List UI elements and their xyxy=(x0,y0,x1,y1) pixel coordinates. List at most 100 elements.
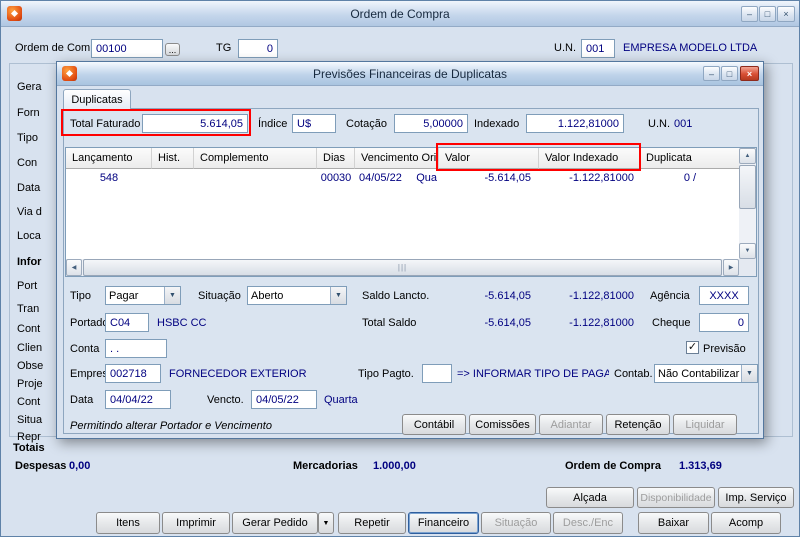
repetir-button[interactable]: Repetir xyxy=(338,512,406,534)
col-lancamento[interactable]: Lançamento xyxy=(66,148,152,169)
sidebar-item-cliente[interactable]: Clien xyxy=(17,342,55,354)
sidebar-item-tipo[interactable]: Tipo xyxy=(17,132,55,144)
vencto-field[interactable]: 04/05/22 xyxy=(251,390,317,409)
horizontal-scrollbar[interactable]: ◀ ||| ▶ xyxy=(66,259,739,276)
saldo-lancto-value1: -5.614,05 xyxy=(484,290,531,302)
col-vencimento-orig[interactable]: Vencimento Orig. xyxy=(355,148,439,169)
acomp-button[interactable]: Acomp xyxy=(711,512,781,534)
cotacao-field[interactable]: 5,00000 xyxy=(394,114,468,133)
agencia-field[interactable]: XXXX xyxy=(699,286,749,305)
cotacao-label: Cotação xyxy=(346,118,387,130)
horizontal-scroll-thumb[interactable]: ||| xyxy=(83,259,722,276)
disponibilidade-button[interactable]: Disponibilidade xyxy=(637,487,715,508)
sidebar-item-observacao[interactable]: Obse xyxy=(17,360,55,372)
order-lookup-button[interactable]: ... xyxy=(165,43,180,56)
col-valor-indexado[interactable]: Valor Indexado xyxy=(539,148,640,169)
situacao-select[interactable]: Aberto ▼ xyxy=(247,286,347,305)
col-duplicata[interactable]: Duplicata xyxy=(640,148,740,169)
cell-duplicata: 0 / xyxy=(683,172,697,184)
scroll-right-icon[interactable]: ▶ xyxy=(723,259,739,276)
col-dias[interactable]: Dias xyxy=(317,148,355,169)
sidebar-item-geral[interactable]: Gera xyxy=(17,81,55,93)
adiantar-button[interactable]: Adiantar xyxy=(539,414,603,435)
scrollbar-corner xyxy=(739,259,756,276)
cheque-label: Cheque xyxy=(652,317,691,329)
cheque-field[interactable]: 0 xyxy=(699,313,749,332)
dialog-minimize-icon[interactable]: – xyxy=(703,66,720,81)
cell-valor: -5.614,05 xyxy=(484,172,531,184)
baixar-button[interactable]: Baixar xyxy=(638,512,709,534)
situacao-button[interactable]: Situação xyxy=(481,512,551,534)
vertical-scrollbar[interactable]: ▲ ▼ xyxy=(739,148,756,259)
dialog-titlebar: Previsões Financeiras de Duplicatas – □ … xyxy=(57,62,763,86)
dialog-un-label: U.N. xyxy=(648,118,670,130)
permission-note: Permitindo alterar Portador e Vencimento xyxy=(70,420,272,432)
tipo-select[interactable]: Pagar ▼ xyxy=(105,286,181,305)
tipo-pagto-field[interactable] xyxy=(422,364,452,383)
itens-button[interactable]: Itens xyxy=(96,512,160,534)
chevron-down-icon: ▼ xyxy=(741,365,757,382)
duplicatas-grid: Lançamento Hist. Complemento Dias Vencim… xyxy=(65,147,757,277)
sidebar-item-via[interactable]: Via d xyxy=(17,206,55,218)
previsao-checkbox[interactable]: ✓ xyxy=(686,341,699,354)
financeiro-button[interactable]: Financeiro xyxy=(408,512,479,534)
imp-servico-button[interactable]: Imp. Serviço xyxy=(718,487,794,508)
sidebar-item-condicao[interactable]: Con xyxy=(17,157,55,169)
contabil-button[interactable]: Contábil xyxy=(402,414,466,435)
dialog-close-icon[interactable]: × xyxy=(740,66,759,81)
total-faturado-field[interactable]: 5.614,05 xyxy=(142,114,248,133)
col-complemento[interactable]: Complemento xyxy=(194,148,317,169)
maximize-icon[interactable]: □ xyxy=(759,6,776,22)
gerar-pedido-button[interactable]: Gerar Pedido xyxy=(232,512,318,534)
comissoes-button[interactable]: Comissões xyxy=(469,414,536,435)
retencao-button[interactable]: Retenção xyxy=(606,414,670,435)
sidebar-item-data[interactable]: Data xyxy=(17,182,55,194)
tipo-label: Tipo xyxy=(70,290,91,302)
main-titlebar: Ordem de Compra – □ × xyxy=(1,1,799,27)
desc-enc-button[interactable]: Desc./Enc xyxy=(553,512,623,534)
tg-field[interactable]: 0 xyxy=(238,39,278,58)
sidebar-item-portador[interactable]: Port xyxy=(17,280,55,292)
contab-select[interactable]: Não Contabilizar ▼ xyxy=(654,364,758,383)
sidebar-item-conta[interactable]: Cont xyxy=(17,323,55,335)
mercadorias-label: Mercadorias xyxy=(293,460,358,472)
conta-label: Conta xyxy=(70,343,100,355)
data-field[interactable]: 04/04/22 xyxy=(105,390,171,409)
sidebar-item-projeto[interactable]: Proje xyxy=(17,378,55,390)
scroll-up-icon[interactable]: ▲ xyxy=(739,148,756,164)
sidebar-item-contato[interactable]: Cont xyxy=(17,396,55,408)
col-hist[interactable]: Hist. xyxy=(152,148,194,169)
minimize-icon[interactable]: – xyxy=(741,6,758,22)
empresa-field[interactable]: 002718 xyxy=(105,364,161,383)
tg-label: TG xyxy=(216,42,232,54)
gerar-pedido-dropdown-icon[interactable]: ▼ xyxy=(318,512,334,534)
total-saldo-value1: -5.614,05 xyxy=(484,317,531,329)
alcada-button[interactable]: Alçada xyxy=(546,487,634,508)
conta-field[interactable]: . . xyxy=(105,339,167,358)
dialog-maximize-icon[interactable]: □ xyxy=(721,66,738,81)
scroll-left-icon[interactable]: ◀ xyxy=(66,259,82,276)
sidebar-item-transporte[interactable]: Tran xyxy=(17,303,55,315)
sidebar-item-local[interactable]: Loca xyxy=(17,230,55,242)
empresa-desc: FORNECEDOR EXTERIOR xyxy=(169,368,307,380)
indice-label: Índice xyxy=(258,118,288,130)
saldo-lancto-label: Saldo Lancto. xyxy=(362,290,430,302)
sidebar-item-situacao[interactable]: Situa xyxy=(17,414,55,426)
total-saldo-value2: -1.122,81000 xyxy=(569,317,634,329)
sidebar-item-fornecedor[interactable]: Forn xyxy=(17,107,55,119)
un-field[interactable]: 001 xyxy=(581,39,615,58)
liquidar-button[interactable]: Liquidar xyxy=(673,414,737,435)
col-valor[interactable]: Valor xyxy=(439,148,539,169)
indexado-field[interactable]: 1.122,81000 xyxy=(526,114,624,133)
vertical-scroll-thumb[interactable] xyxy=(739,165,756,209)
scroll-down-icon[interactable]: ▼ xyxy=(739,243,756,259)
previsao-checkbox-label[interactable]: Previsão xyxy=(703,343,746,355)
close-icon[interactable]: × xyxy=(777,6,795,22)
imprimir-button[interactable]: Imprimir xyxy=(162,512,230,534)
portador-field[interactable]: C04 xyxy=(105,313,149,332)
indexado-label: Indexado xyxy=(474,118,520,130)
order-number-field[interactable]: 00100 xyxy=(91,39,163,58)
tab-duplicatas[interactable]: Duplicatas xyxy=(63,89,131,109)
mercadorias-value: 1.000,00 xyxy=(373,460,416,472)
indice-field[interactable]: U$ xyxy=(292,114,336,133)
